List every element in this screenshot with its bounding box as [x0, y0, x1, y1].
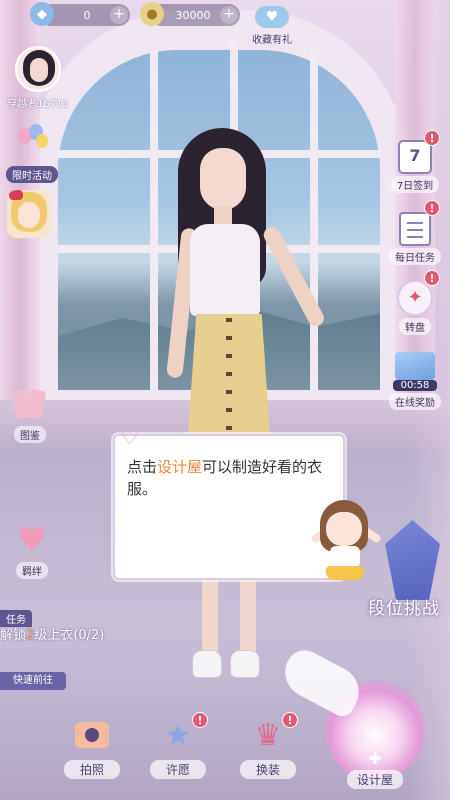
window-mullion — [310, 50, 318, 390]
dressup-alert-badge: ! — [282, 712, 298, 728]
limited-event-button[interactable]: 限时活动 — [2, 124, 62, 183]
blonde-girl-icon — [7, 190, 51, 238]
collect-gift-button[interactable]: ♥ 收藏有礼 — [240, 6, 304, 47]
bond-label: 羁绊 — [16, 562, 48, 579]
tutorial-text: 点击设计屋可以制造好看的衣服。 — [127, 456, 337, 500]
tshirt-icon: ✚ — [368, 749, 382, 768]
task-tag: 任务 — [0, 610, 32, 627]
task-desc-end: 级上衣(0/2) — [34, 628, 105, 643]
calendar-icon: 7 — [398, 140, 432, 174]
player-avatar-button[interactable]: 穿越者15711 — [6, 46, 70, 111]
main-character — [160, 128, 327, 718]
avatar — [15, 46, 61, 92]
character-shoe — [230, 650, 260, 678]
chibi-guide — [309, 500, 383, 595]
daily-task-button[interactable]: 每日任务 — [384, 212, 446, 265]
wheel-alert-badge: ! — [424, 270, 440, 286]
chibi-body — [330, 546, 360, 568]
gift-heart-icon: ♥ — [255, 6, 289, 28]
gift-box-icon — [395, 352, 435, 380]
character-white-top — [190, 224, 260, 316]
daily-task-label: 每日任务 — [389, 248, 441, 265]
coin-icon: ● — [140, 2, 164, 26]
limited-event-label: 限时活动 — [6, 166, 58, 183]
camera-icon — [69, 712, 115, 758]
player-name: 穿越者15711 — [7, 99, 69, 110]
tutorial-highlight: 设计屋 — [157, 458, 203, 476]
wish-alert-badge: ! — [192, 712, 208, 728]
online-reward-label: 在线奖励 — [389, 393, 441, 410]
chibi-skirt — [326, 566, 364, 580]
roulette-icon: ✦ — [397, 280, 433, 316]
dressup-label: 换装 — [240, 760, 296, 779]
wheel-button[interactable]: ✦ 转盘 — [384, 280, 446, 335]
photo-button[interactable]: 拍照 — [60, 712, 124, 779]
window-mullion — [150, 50, 158, 390]
checklist-icon — [399, 212, 431, 246]
checkin-button[interactable]: 7 7日签到 — [384, 140, 446, 193]
dialog-heart-icon: ♡ — [120, 425, 140, 450]
daily-task-alert-badge: ! — [424, 200, 440, 216]
game-screen: 0 + ◆ 30000 + ● ♥ 收藏有礼 穿越者15711 限时活动 图鉴 … — [0, 0, 450, 800]
album-label: 图鉴 — [14, 426, 46, 443]
chibi-face — [326, 512, 362, 546]
diamond-icon: ◆ — [30, 2, 54, 26]
quick-go-button[interactable]: 快速前往 — [0, 672, 66, 690]
bond-button[interactable]: ♥ 羁绊 — [2, 520, 62, 579]
task-description[interactable]: 解锁2级上衣(0/2) — [0, 626, 120, 645]
online-reward-button[interactable]: 00:58 在线奖励 — [384, 352, 446, 410]
add-diamond-button[interactable]: + — [110, 6, 128, 24]
design-house-button[interactable]: ✚ 设计屋 — [343, 750, 407, 789]
rank-challenge-label[interactable]: 段位挑战 — [368, 594, 440, 619]
wish-label: 许愿 — [150, 760, 206, 779]
collect-gift-label: 收藏有礼 — [252, 35, 292, 46]
wheel-label: 转盘 — [399, 318, 431, 335]
checkin-label: 7日签到 — [390, 176, 440, 193]
photo-label: 拍照 — [64, 760, 120, 779]
tutorial-text-start: 点击 — [127, 458, 158, 476]
heart-icon: ♥ — [16, 520, 48, 560]
character-face — [200, 148, 246, 210]
album-button[interactable]: 图鉴 — [0, 384, 60, 443]
checkin-alert-badge: ! — [424, 130, 440, 146]
balloons-icon — [12, 124, 52, 164]
tutorial-dialog[interactable]: 点击设计屋可以制造好看的衣服。 — [115, 436, 343, 578]
coin-value: 30000 — [175, 9, 211, 22]
task-desc-start: 解锁 — [0, 628, 27, 643]
album-book-icon — [10, 384, 50, 424]
character-shoe — [192, 650, 222, 678]
avatar-face-icon — [30, 58, 48, 82]
online-timer: 00:58 — [393, 380, 437, 391]
character-event-button[interactable] — [0, 190, 58, 238]
design-house-label: 设计屋 — [347, 770, 403, 789]
add-coin-button[interactable]: + — [220, 6, 238, 24]
